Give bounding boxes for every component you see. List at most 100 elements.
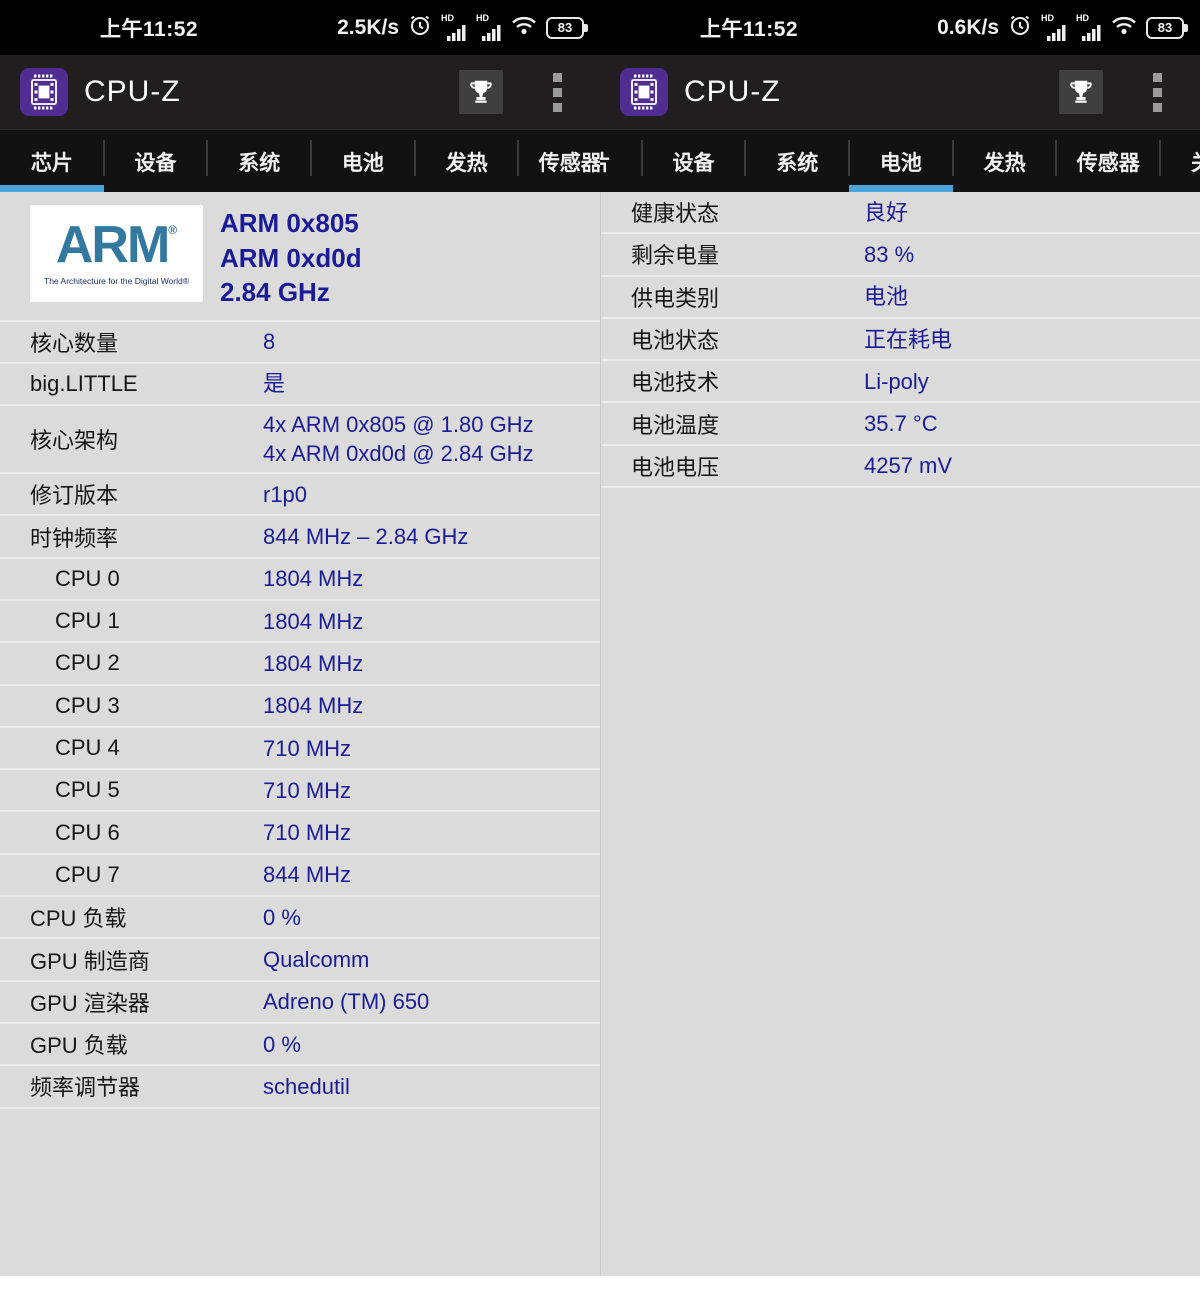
benchmark-trophy-button[interactable] <box>1059 70 1103 114</box>
app-title: CPU-Z <box>684 75 1059 109</box>
row-value: 1804 MHz <box>263 649 363 678</box>
tab-item[interactable]: 系统 <box>745 130 849 192</box>
row-label: 健康状态 <box>631 196 864 228</box>
row-value: schedutil <box>263 1072 350 1101</box>
chip-frequency-line: 2.84 GHz <box>220 275 362 310</box>
spec-table: 健康状态 良好 剩余电量 83 % 供电类别 电池 电池状态 正在耗电 电池技术… <box>601 192 1200 488</box>
row-value: Qualcomm <box>263 945 369 974</box>
tab-item[interactable]: 设备 <box>642 130 746 192</box>
row-label: CPU 3 <box>30 693 263 719</box>
overflow-menu-icon[interactable] <box>1149 69 1166 116</box>
dual-screenshot-canvas: 上午11:52 2.5K/s HD HD 83 <box>0 0 1200 1300</box>
row-value: 电池 <box>864 282 908 311</box>
row-label: 频率调节器 <box>30 1070 263 1102</box>
table-row: CPU 4 710 MHz <box>0 728 600 770</box>
network-speed-text: 0.6K/s <box>937 16 999 40</box>
tab-item[interactable]: 传感器 <box>1056 130 1160 192</box>
row-label: CPU 1 <box>30 608 263 634</box>
tab-bar: 芯片设备系统电池发热传感器关于 <box>0 129 600 192</box>
table-row: CPU 6 710 MHz <box>0 812 600 854</box>
row-value: Li-poly <box>864 367 929 396</box>
table-row: CPU 0 1804 MHz <box>0 559 600 601</box>
wifi-icon <box>1111 14 1137 41</box>
row-value: 35.7 °C <box>864 409 938 438</box>
status-icons: 0.6K/s HD HD 83 <box>937 13 1188 42</box>
row-label: 电池温度 <box>631 408 864 440</box>
alarm-icon <box>1008 13 1032 42</box>
row-value: r1p0 <box>263 480 307 509</box>
cpu-z-logo-icon <box>620 68 668 116</box>
tab-item[interactable]: 芯片 <box>600 130 642 192</box>
soc-content: ARM® The Architecture for the Digital Wo… <box>0 192 600 1276</box>
tab-item[interactable]: 关于 <box>1160 130 1200 192</box>
row-value: 844 MHz <box>263 860 351 889</box>
status-icons: 2.5K/s HD HD 83 <box>337 13 588 42</box>
tab-item[interactable]: 设备 <box>104 130 208 192</box>
spec-table: 核心数量 8 big.LITTLE 是 核心架构 4x ARM 0x805 @ … <box>0 322 600 1109</box>
tab-item[interactable]: 系统 <box>207 130 311 192</box>
row-label: 电池电压 <box>631 450 864 482</box>
tab-item[interactable]: 发热 <box>953 130 1057 192</box>
row-value: 4257 mV <box>864 451 952 480</box>
table-row: 时钟频率 844 MHz – 2.84 GHz <box>0 516 600 558</box>
tab-strip: 芯片设备系统电池发热传感器关于 <box>0 130 600 192</box>
status-bar: 上午11:52 2.5K/s HD HD 83 <box>0 0 600 55</box>
battery-icon: 83 <box>1146 17 1184 39</box>
row-value: 710 MHz <box>263 818 351 847</box>
tab-bar: 芯片设备系统电池发热传感器关于 <box>600 129 1200 192</box>
benchmark-trophy-button[interactable] <box>459 70 503 114</box>
table-row: CPU 5 710 MHz <box>0 770 600 812</box>
table-row: 修订版本 r1p0 <box>0 474 600 516</box>
row-value: 8 <box>263 327 275 356</box>
row-label: 时钟频率 <box>30 521 263 553</box>
table-row: 频率调节器 schedutil <box>0 1066 600 1108</box>
row-label: 核心数量 <box>30 326 263 358</box>
app-bar: CPU-Z <box>600 55 1200 129</box>
row-label: 修订版本 <box>30 478 263 510</box>
row-value: 0 % <box>263 903 301 932</box>
tab-strip: 芯片设备系统电池发热传感器关于 <box>600 130 1200 192</box>
table-row: 电池状态 正在耗电 <box>601 319 1200 361</box>
row-label: 电池技术 <box>631 365 864 397</box>
row-label: 核心架构 <box>30 423 263 455</box>
table-row: GPU 渲染器 Adreno (TM) 650 <box>0 982 600 1024</box>
table-row: CPU 2 1804 MHz <box>0 643 600 685</box>
table-row: big.LITTLE 是 <box>0 364 600 406</box>
row-label: GPU 负载 <box>30 1028 263 1060</box>
trophy-icon <box>1066 77 1096 107</box>
row-label: big.LITTLE <box>30 371 263 397</box>
chip-summary: ARM 0x805 ARM 0xd0d 2.84 GHz <box>220 206 362 310</box>
row-value: 710 MHz <box>263 734 351 763</box>
app-title: CPU-Z <box>84 75 459 109</box>
tab-item[interactable]: 传感器 <box>518 130 600 192</box>
tab-item[interactable]: 电池 <box>311 130 415 192</box>
tab-item[interactable]: 芯片 <box>0 130 104 192</box>
chip-header: ARM® The Architecture for the Digital Wo… <box>0 192 600 322</box>
table-row: 核心架构 4x ARM 0x805 @ 1.80 GHz 4x ARM 0xd0… <box>0 406 600 474</box>
network-speed-text: 2.5K/s <box>337 16 399 40</box>
tab-item[interactable]: 发热 <box>415 130 519 192</box>
table-row: 剩余电量 83 % <box>601 234 1200 276</box>
table-row: 电池电压 4257 mV <box>601 446 1200 488</box>
row-label: 剩余电量 <box>631 238 864 270</box>
tab-item[interactable]: 电池 <box>849 130 953 192</box>
trophy-icon <box>466 77 496 107</box>
row-value: 1804 MHz <box>263 607 363 636</box>
row-value: 1804 MHz <box>263 564 363 593</box>
row-label: CPU 0 <box>30 566 263 592</box>
row-label: 供电类别 <box>631 281 864 313</box>
row-label: CPU 负载 <box>30 901 263 933</box>
bottom-gap <box>0 1276 600 1300</box>
left-phone-screen: 上午11:52 2.5K/s HD HD 83 <box>0 0 600 1300</box>
row-value: 710 MHz <box>263 776 351 805</box>
row-value: 0 % <box>263 1030 301 1059</box>
row-value: 844 MHz – 2.84 GHz <box>263 522 468 551</box>
table-row: GPU 制造商 Qualcomm <box>0 939 600 981</box>
cellular-signal-icon: HD <box>1076 15 1102 41</box>
row-label: GPU 渲染器 <box>30 986 263 1018</box>
wifi-icon <box>511 14 537 41</box>
chip-model-line: ARM 0x805 <box>220 206 362 241</box>
row-label: CPU 7 <box>30 862 263 888</box>
overflow-menu-icon[interactable] <box>549 69 566 116</box>
row-value: 正在耗电 <box>864 325 952 354</box>
